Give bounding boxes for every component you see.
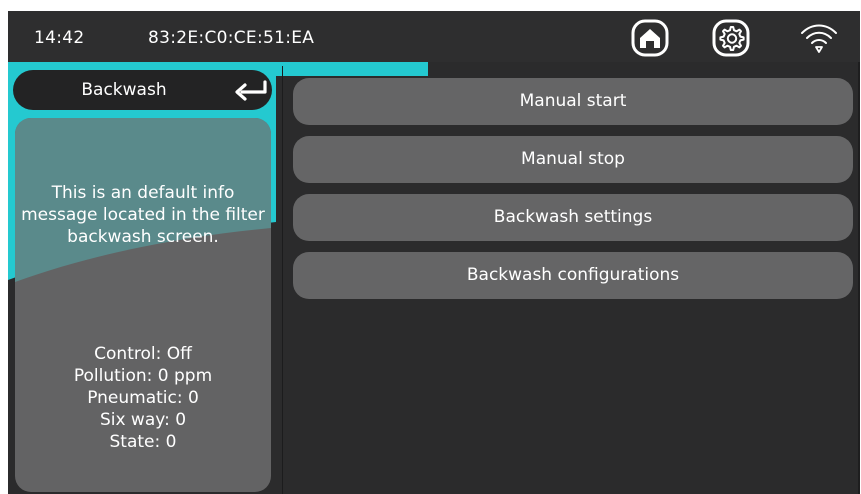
backwash-settings-button[interactable]: Backwash settings (293, 194, 853, 241)
home-icon[interactable] (631, 19, 669, 57)
wifi-icon[interactable] (799, 19, 839, 57)
status-state: State: 0 (109, 432, 177, 452)
right-edge-divider (858, 62, 860, 494)
status-control: Control: Off (94, 344, 192, 364)
settings-gear-icon[interactable] (712, 19, 750, 57)
backwash-configurations-button[interactable]: Backwash configurations (293, 252, 853, 299)
info-card: This is an default info message located … (15, 118, 271, 492)
return-arrow-icon[interactable] (233, 79, 269, 101)
mac-address: 83:2E:C0:CE:51:EA (148, 28, 315, 48)
info-message: This is an default info message located … (21, 183, 265, 247)
panel-divider (282, 66, 283, 494)
status-six-way: Six way: 0 (99, 410, 187, 430)
clock: 14:42 (34, 28, 85, 48)
status-list: Control: Off Pollution: 0 ppm Pneumatic:… (15, 343, 271, 453)
screen-title-back-button[interactable]: Backwash (13, 70, 272, 110)
device-screen: 14:42 83:2E:C0:CE:51:EA Backwash This is… (8, 11, 860, 494)
manual-start-button[interactable]: Manual start (293, 78, 853, 125)
manual-stop-button[interactable]: Manual stop (293, 136, 853, 183)
status-pneumatic: Pneumatic: 0 (87, 388, 199, 408)
backwash-info-panel: Backwash This is an default info message… (8, 62, 280, 494)
status-pollution: Pollution: 0 ppm (73, 366, 213, 386)
status-bar: 14:42 83:2E:C0:CE:51:EA (8, 11, 860, 62)
screen-title: Backwash (81, 80, 167, 100)
